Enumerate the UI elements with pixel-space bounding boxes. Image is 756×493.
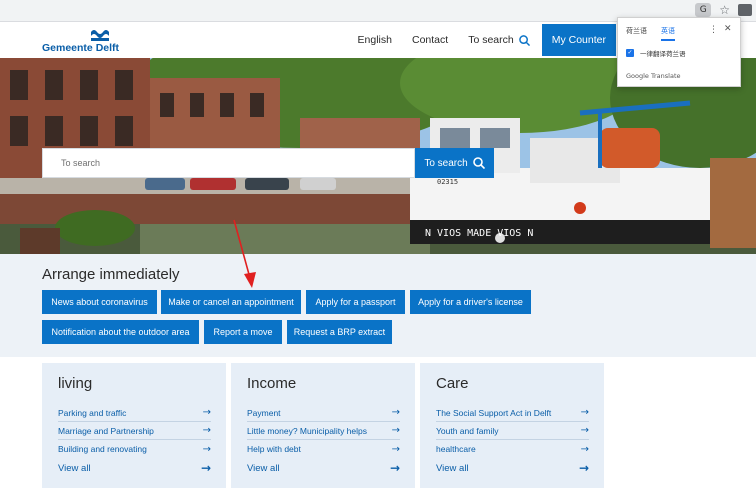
close-icon[interactable]: ✕ <box>724 24 732 34</box>
card-link-label: Little money? Municipality helps <box>247 425 368 436</box>
section-title: Arrange immediately <box>42 266 180 283</box>
always-translate-checkbox[interactable]: ✓ 一律翻译荷兰语 <box>626 48 686 58</box>
card-link-label: Payment <box>247 407 281 418</box>
passport-button[interactable]: Apply for a passport <box>306 290 405 314</box>
arrow-right-icon: → <box>200 461 211 475</box>
card-link-label: Parking and traffic <box>58 407 127 418</box>
nav-search-label: To search <box>468 34 514 46</box>
appointment-button[interactable]: Make or cancel an appointment <box>161 290 301 314</box>
nav-search[interactable]: To search <box>468 34 530 46</box>
search-icon <box>472 157 485 169</box>
card-income: Income Payment → Little money? Municipal… <box>231 363 415 488</box>
card-link-label: healthcare <box>436 444 476 454</box>
boat-lettering: N VIOS MADE VIOS N <box>425 228 533 239</box>
card-link-label: The Social Support Act in Delft <box>436 407 552 418</box>
more-options-icon[interactable]: ⋮ <box>709 25 718 35</box>
card-link[interactable]: Parking and traffic → <box>58 404 211 422</box>
arrow-right-icon: → <box>391 425 400 436</box>
tab-dutch[interactable]: 荷兰语 <box>626 26 647 41</box>
arrow-right-icon: → <box>391 443 400 455</box>
nav-english[interactable]: English <box>358 34 392 46</box>
hero-banner: N VIOS MADE VIOS N 02315 To search To se… <box>0 58 756 254</box>
google-translate-brand: Google Translate <box>626 72 681 80</box>
arrow-right-icon: → <box>202 443 211 455</box>
search-button-label: To search <box>424 157 468 169</box>
translate-icon[interactable]: G <box>695 3 712 17</box>
card-link-label: Youth and family <box>436 425 499 436</box>
logo[interactable]: Gemeente Delft <box>42 28 122 56</box>
card-living: living Parking and traffic → Marriage an… <box>42 363 226 488</box>
annotation-arrow-icon <box>233 219 256 288</box>
card-link-label: Marriage and Partnership <box>58 425 154 436</box>
logo-text: Gemeente Delft <box>42 42 120 54</box>
card-link[interactable]: The Social Support Act in Delft → <box>436 404 589 422</box>
card-link[interactable]: Payment → <box>247 404 400 422</box>
always-translate-label: 一律翻译荷兰语 <box>640 50 686 58</box>
arrow-right-icon: → <box>580 407 589 418</box>
search-placeholder: To search <box>61 158 101 168</box>
coronavirus-news-button[interactable]: News about coronavirus <box>42 290 157 314</box>
arrow-right-icon: → <box>202 407 211 418</box>
card-care: Care The Social Support Act in Delft → Y… <box>420 363 604 488</box>
tab-chinese[interactable]: 英语 <box>661 26 675 41</box>
bookmark-star-icon[interactable]: ☆ <box>719 3 730 17</box>
card-title: Income <box>247 375 297 392</box>
arrow-right-icon: → <box>202 425 211 436</box>
arrow-right-icon: → <box>391 407 400 418</box>
card-link[interactable]: healthcare → <box>436 440 589 458</box>
checkbox-check-icon: ✓ <box>626 49 634 57</box>
arrow-right-icon: → <box>389 461 400 475</box>
arrow-right-icon: → <box>578 461 589 475</box>
drivers-license-button[interactable]: Apply for a driver's license <box>410 290 531 314</box>
arrange-immediately-section: Arrange immediately News about coronavir… <box>0 254 756 357</box>
card-link-label: Help with debt <box>247 444 301 454</box>
card-link[interactable]: Little money? Municipality helps → <box>247 422 400 440</box>
report-move-button[interactable]: Report a move <box>204 320 282 344</box>
browser-actions: G ☆ <box>695 3 752 17</box>
card-title: Care <box>436 375 469 392</box>
view-all-link[interactable]: View all → <box>436 461 589 475</box>
arrow-right-icon: → <box>580 443 589 455</box>
view-all-label: View all <box>247 462 280 474</box>
translate-popup: 荷兰语 英语 ⋮ ✕ ✓ 一律翻译荷兰语 Google Translate <box>617 17 741 87</box>
card-link[interactable]: Help with debt → <box>247 440 400 458</box>
card-link[interactable]: Youth and family → <box>436 422 589 440</box>
search-button[interactable]: To search <box>415 148 494 178</box>
view-all-link[interactable]: View all → <box>247 461 400 475</box>
translate-language-tabs: 荷兰语 英语 <box>626 26 675 41</box>
card-link-label: Building and renovating <box>58 444 147 454</box>
arrow-right-icon: → <box>580 425 589 436</box>
view-all-label: View all <box>58 462 91 474</box>
brp-extract-button[interactable]: Request a BRP extract <box>287 320 392 344</box>
extension-icon[interactable] <box>738 4 752 16</box>
search-input[interactable]: To search <box>42 148 415 178</box>
card-link[interactable]: Marriage and Partnership → <box>58 422 211 440</box>
outdoor-area-button[interactable]: Notification about the outdoor area <box>42 320 199 344</box>
card-title: living <box>58 375 93 392</box>
my-counter-button[interactable]: My Counter <box>541 24 616 56</box>
nav-contact[interactable]: Contact <box>412 34 448 46</box>
logo-waves-icon <box>91 30 109 41</box>
view-all-label: View all <box>436 462 469 474</box>
view-all-link[interactable]: View all → <box>58 461 211 475</box>
card-link[interactable]: Building and renovating → <box>58 440 211 458</box>
boat-number: 02315 <box>437 178 458 186</box>
search-icon <box>518 34 530 46</box>
page: G ☆ Gemeente Delft English Contact To se… <box>0 0 756 493</box>
